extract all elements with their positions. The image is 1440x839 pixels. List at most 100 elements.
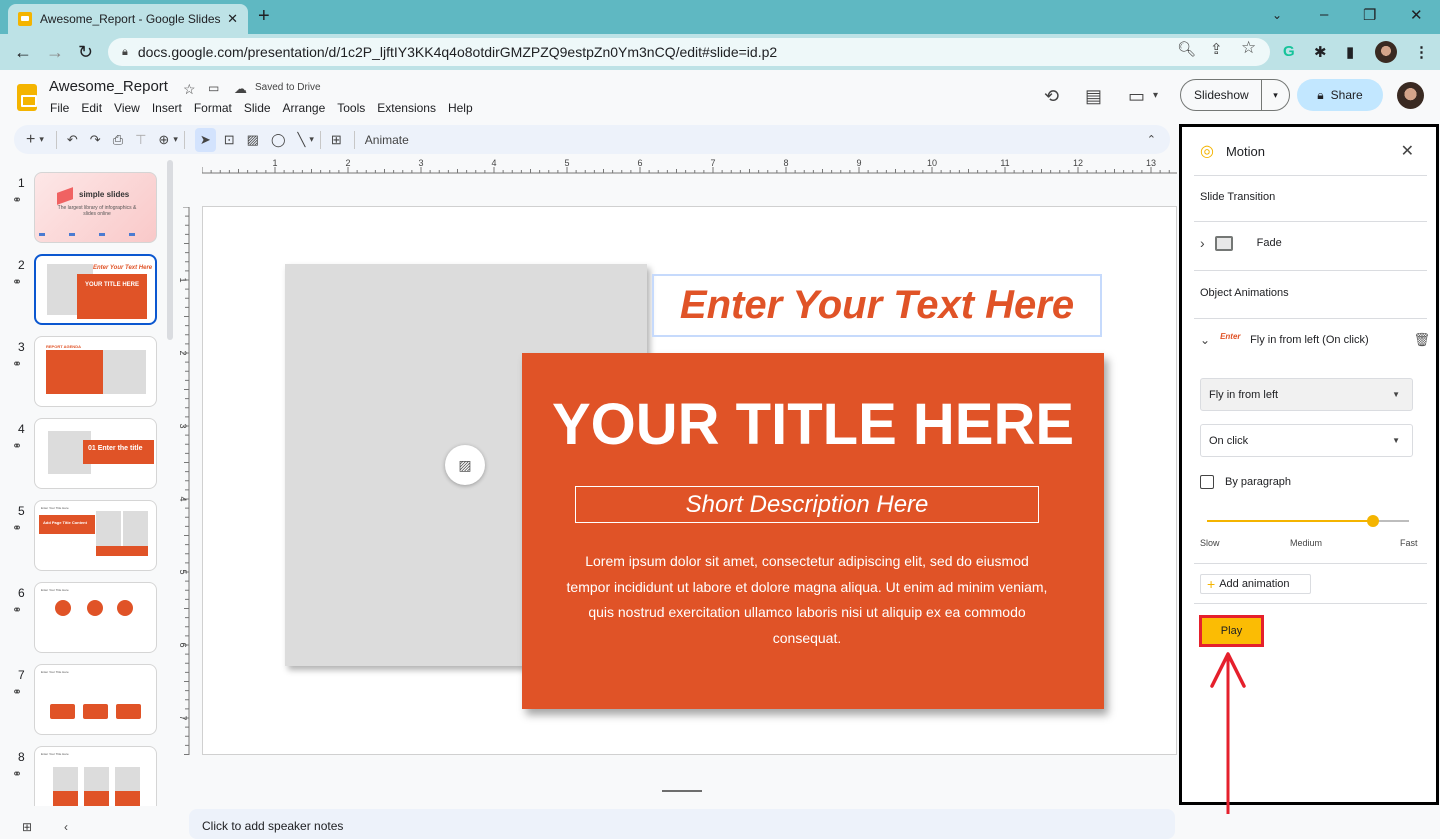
menu-view[interactable]: View [114,101,140,115]
enter-text-box-selected[interactable]: Enter Your Text Here [652,274,1102,337]
slide-thumbnail[interactable]: simple slides The largest library of inf… [34,172,157,243]
close-window-button[interactable]: ✕ [1410,6,1423,24]
select-tool-icon[interactable]: ➤ [194,127,216,152]
meet-dropdown-icon[interactable]: ▾ [1153,90,1158,101]
by-paragraph-checkbox[interactable] [1200,475,1214,489]
new-slide-dropdown-icon[interactable]: ▾ [39,134,44,145]
minimize-button[interactable]: – [1320,6,1328,23]
menu-file[interactable]: File [50,101,69,115]
divider [1194,318,1427,319]
side-panel-icon[interactable]: ▮ [1346,43,1354,61]
title-card[interactable]: YOUR TITLE HERE Short Description Here L… [522,353,1104,709]
slide-thumbnail-active[interactable]: Enter Your Text Here YOUR TITLE HERE [34,254,157,325]
animate-button[interactable]: Animate [365,133,409,147]
play-button[interactable]: Play [1199,615,1264,647]
forward-button[interactable]: → [46,42,64,63]
share-page-icon[interactable]: ⇪ [1210,40,1223,58]
collapse-filmstrip-icon[interactable]: ‹ [64,820,68,834]
star-icon[interactable]: ☆ [183,81,196,98]
slide-title[interactable]: YOUR TITLE HERE [522,391,1104,458]
share-button[interactable]: 🔒︎ Share [1297,79,1383,111]
account-avatar[interactable] [1397,82,1424,109]
paint-format-icon[interactable]: ⊤ [135,132,146,148]
add-animation-button[interactable]: + Add animation [1200,574,1311,594]
by-paragraph-checkbox-row[interactable]: By paragraph [1200,475,1291,489]
slides-logo-icon[interactable] [17,84,37,111]
meet-camera-icon[interactable]: ▭ [1128,86,1145,107]
close-motion-panel-icon[interactable]: ✕ [1401,141,1414,161]
notes-resize-handle[interactable] [662,790,702,792]
zoom-icon[interactable]: ⊕ [158,132,169,148]
divider [1194,221,1427,222]
speed-slider[interactable] [1207,515,1409,527]
slide-thumbnail[interactable]: Enter Your Title Here [34,664,157,735]
browser-menu-icon[interactable]: ⋮ [1414,43,1429,61]
slide-thumbnail[interactable]: 01 Enter the title [34,418,157,489]
undo-icon[interactable]: ↶ [67,132,78,148]
ruler-label: 12 [1073,158,1083,168]
speaker-notes[interactable]: Click to add speaker notes [189,809,1175,839]
reload-button[interactable]: ↻ [78,42,93,63]
zoom-icon[interactable]: 🔍︎ [1177,40,1196,58]
thumb-card: 01 Enter the title [83,440,154,464]
slide-thumbnail[interactable]: Enter Your Title Here [34,746,157,806]
grid-view-icon[interactable]: ⊞ [22,820,32,834]
restore-button[interactable]: ❐ [1363,6,1376,24]
slide-canvas[interactable]: ▨ YOUR TITLE HERE Short Description Here… [202,206,1177,755]
slider-thumb[interactable] [1366,515,1379,527]
menu-slide[interactable]: Slide [244,101,271,115]
text-box-icon[interactable]: ⊡ [224,132,235,148]
tab-search-icon[interactable]: ⌄ [1272,8,1282,22]
zoom-dropdown-icon[interactable]: ▾ [173,134,178,145]
move-folder-icon[interactable]: ▭ [208,81,219,95]
transition-fade-row[interactable]: › Fade [1200,235,1282,251]
browser-tab[interactable]: Awesome_Report - Google Slides ✕ [8,4,248,34]
menu-extensions[interactable]: Extensions [377,101,436,115]
insert-image-button[interactable]: ▨ [445,445,485,485]
menu-tools[interactable]: Tools [337,101,365,115]
new-tab-button[interactable]: + [258,5,270,28]
body-text[interactable]: Lorem ipsum dolor sit amet, consectetur … [562,549,1052,651]
browser-profile-avatar[interactable] [1375,41,1397,63]
menu-help[interactable]: Help [448,101,473,115]
extensions-puzzle-icon[interactable]: ✱ [1314,43,1327,61]
filmstrip-scrollbar[interactable] [167,160,173,340]
shape-icon[interactable]: ◯ [271,132,286,148]
slide-thumbnail[interactable]: Enter Your Title Here Add Page Title Con… [34,500,157,571]
grammarly-extension-icon[interactable]: G [1283,43,1295,60]
menu-edit[interactable]: Edit [81,101,102,115]
redo-icon[interactable]: ↷ [90,132,101,148]
slideshow-dropdown-icon[interactable]: ▾ [1262,90,1289,101]
toolbar-divider [55,130,57,149]
chevron-down-icon[interactable]: ⌄ [1200,333,1210,347]
comments-icon[interactable]: ▤ [1085,86,1102,107]
slide-thumbnail[interactable]: REPORT AGENDA [34,336,157,407]
document-title[interactable]: Awesome_Report [49,78,168,95]
menu-format[interactable]: Format [194,101,232,115]
bookmark-star-icon[interactable]: ☆ [1241,38,1256,58]
menu-arrange[interactable]: Arrange [283,101,326,115]
print-icon[interactable]: ⎙ [113,132,123,148]
slideshow-button[interactable]: Slideshow [1181,80,1262,110]
version-history-icon[interactable]: ⟲ [1044,86,1059,107]
vertical-ruler[interactable]: 1 2 3 4 5 6 7 [176,207,190,755]
add-comment-icon[interactable]: ⊞ [331,132,342,148]
collapse-toolbar-icon[interactable]: ⌃ [1147,133,1156,146]
animation-effect-select[interactable]: Fly in from left ▼ [1200,378,1413,411]
url-input[interactable]: 🔒︎ docs.google.com/presentation/d/1c2P_l… [108,38,1270,66]
line-dropdown-icon[interactable]: ▾ [309,134,314,145]
back-button[interactable]: ← [14,42,32,63]
animation-item[interactable]: ⌄ Enter Fly in from left (On click) 🗑︎ [1200,332,1430,348]
chevron-right-icon[interactable]: › [1200,235,1205,251]
new-slide-icon[interactable]: + [26,131,35,149]
close-tab-icon[interactable]: ✕ [227,11,238,27]
short-description[interactable]: Short Description Here [575,486,1039,523]
menu-insert[interactable]: Insert [152,101,182,115]
slide-thumbnail[interactable]: Enter Your Title Here [34,582,157,653]
thumb-subtitle: The largest library of infographics & sl… [57,205,137,217]
delete-animation-icon[interactable]: 🗑︎ [1413,332,1430,348]
insert-image-icon[interactable]: ▨ [247,132,259,148]
animation-trigger-select[interactable]: On click ▼ [1200,424,1413,457]
horizontal-ruler[interactable]: 1 2 3 4 5 6 7 8 9 10 11 12 13 [202,157,1177,174]
line-icon[interactable]: ╲ [298,132,306,148]
